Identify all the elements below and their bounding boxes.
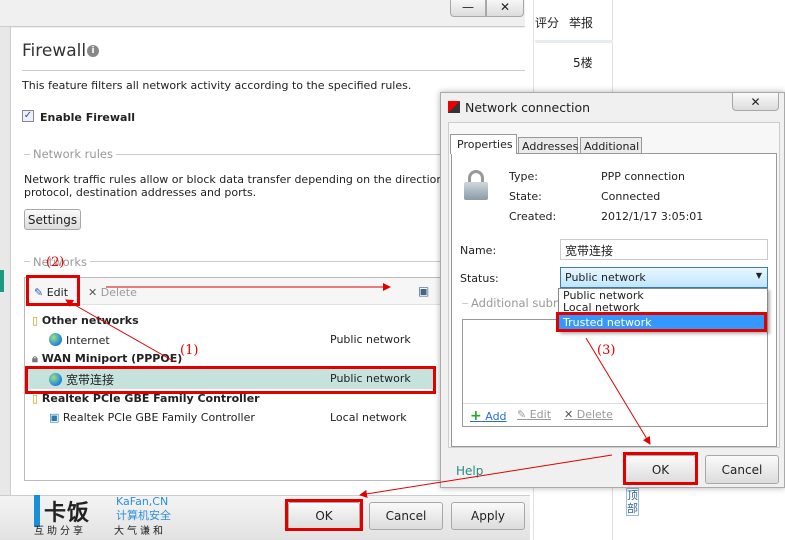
arrow-to-main-ok bbox=[359, 454, 613, 498]
annotation-arrows bbox=[65, 283, 651, 498]
arrow-step-1 bbox=[65, 299, 176, 363]
arrow-step-3 bbox=[585, 337, 651, 445]
